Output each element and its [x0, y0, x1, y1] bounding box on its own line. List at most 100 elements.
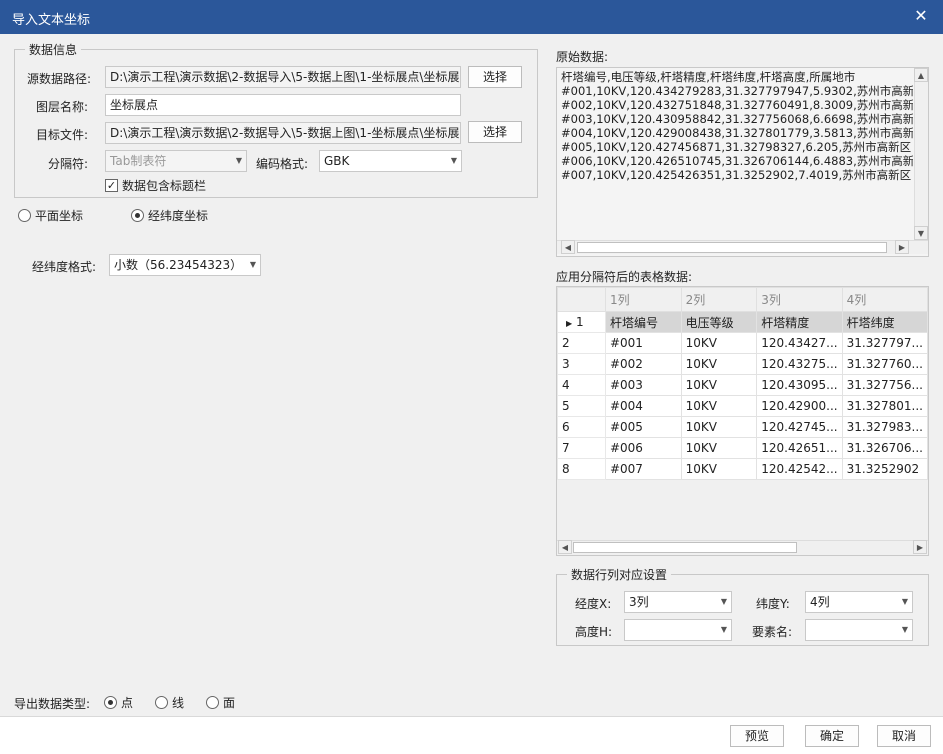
table-cell[interactable]: 10KV — [680, 416, 758, 438]
layer-name-input[interactable]: 坐标展点 — [105, 94, 461, 116]
feature-name-select[interactable]: ▼ — [805, 619, 913, 641]
lon-select[interactable]: 3列 ▼ — [624, 591, 732, 613]
table-data-grid[interactable]: 1列 2列 3列 4列 ▶ 1 杆塔编号 电压等级 杆塔精度 杆塔纬度 2 #0… — [556, 286, 929, 556]
table-cell[interactable]: 120.42745... — [756, 416, 843, 438]
table-cell[interactable]: 31.327983... — [841, 416, 928, 438]
table-hscroll-thumb[interactable] — [573, 542, 797, 553]
source-path-input[interactable]: D:\演示工程\演示数据\2-数据导入\5-数据上图\1-坐标展点\坐标展 — [105, 66, 461, 88]
encoding-select[interactable]: GBK ▼ — [319, 150, 462, 172]
row-header: ▶ 1 — [557, 311, 606, 333]
table-cell[interactable]: 120.43095... — [756, 374, 843, 396]
table-row[interactable]: 5 #004 10KV 120.42900... 31.327801... — [557, 395, 928, 417]
raw-data-line: #007,10KV,120.425426351,31.3252902,7.401… — [561, 168, 912, 182]
separator-select[interactable]: Tab制表符 ▼ — [105, 150, 247, 172]
table-cell[interactable]: #004 — [604, 395, 682, 417]
target-file-input[interactable]: D:\演示工程\演示数据\2-数据导入\5-数据上图\1-坐标展点\坐标展 — [105, 122, 461, 144]
chevron-down-icon: ▼ — [901, 597, 908, 606]
raw-data-line: #006,10KV,120.426510745,31.326706144,6.4… — [561, 154, 913, 168]
raw-data-hscrollbar[interactable]: ◀ ▶ — [557, 240, 928, 254]
scroll-left-icon[interactable]: ◀ — [558, 540, 572, 554]
export-polygon-radio[interactable]: 面 — [206, 694, 235, 711]
select-source-button[interactable]: 选择 — [468, 66, 522, 88]
export-polygon-label: 面 — [223, 696, 236, 710]
select-target-button[interactable]: 选择 — [468, 121, 522, 143]
table-hscrollbar[interactable]: ◀ ▶ — [557, 540, 928, 554]
table-cell[interactable]: #006 — [604, 437, 682, 459]
table-row[interactable]: 2 #001 10KV 120.43427... 31.327797... — [557, 332, 928, 354]
lat-select[interactable]: 4列 ▼ — [805, 591, 913, 613]
planar-coord-label: 平面坐标 — [35, 209, 84, 223]
table-cell[interactable]: 31.3252902 — [841, 458, 928, 480]
encoding-value: GBK — [324, 154, 350, 168]
ok-button[interactable]: 确定 — [805, 725, 859, 747]
column-header[interactable]: 2列 — [680, 287, 758, 312]
scroll-right-icon[interactable]: ▶ — [895, 240, 909, 254]
table-cell[interactable]: 10KV — [680, 458, 758, 480]
geo-coord-radio[interactable]: 经纬度坐标 — [131, 207, 208, 224]
table-cell[interactable]: #005 — [604, 416, 682, 438]
table-cell[interactable]: 31.327797... — [841, 332, 928, 354]
export-line-radio[interactable]: 线 — [155, 694, 184, 711]
table-cell[interactable]: 120.42900... — [756, 395, 843, 417]
table-cell[interactable]: 10KV — [680, 332, 758, 354]
table-cell[interactable]: 电压等级 — [680, 311, 758, 333]
table-cell[interactable]: 31.327801... — [841, 395, 928, 417]
table-cell[interactable]: 杆塔精度 — [756, 311, 843, 333]
table-cell[interactable]: 10KV — [680, 395, 758, 417]
window-title: 导入文本坐标 — [12, 13, 91, 28]
raw-data-line: #002,10KV,120.432751848,31.327760491,8.3… — [561, 98, 913, 112]
table-cell[interactable]: 120.43427... — [756, 332, 843, 354]
table-row[interactable]: ▶ 1 杆塔编号 电压等级 杆塔精度 杆塔纬度 — [557, 311, 928, 333]
scroll-right-icon[interactable]: ▶ — [913, 540, 927, 554]
table-cell[interactable]: 杆塔编号 — [604, 311, 682, 333]
table-row[interactable]: 7 #006 10KV 120.42651... 31.326706... — [557, 437, 928, 459]
radio-icon — [206, 696, 219, 709]
table-cell[interactable]: 31.326706... — [841, 437, 928, 459]
table-cell[interactable]: #001 — [604, 332, 682, 354]
table-cell[interactable]: 10KV — [680, 374, 758, 396]
corner-cell — [557, 287, 606, 312]
table-cell[interactable]: #003 — [604, 374, 682, 396]
table-row[interactable]: 8 #007 10KV 120.42542... 31.3252902 — [557, 458, 928, 480]
raw-data-vscrollbar[interactable]: ▲ ▼ — [914, 68, 928, 240]
table-cell[interactable]: 120.42651... — [756, 437, 843, 459]
preview-button[interactable]: 预览 — [730, 725, 784, 747]
table-row[interactable]: 6 #005 10KV 120.42745... 31.327983... — [557, 416, 928, 438]
table-cell[interactable]: 10KV — [680, 353, 758, 375]
raw-data-hscroll-thumb[interactable] — [577, 242, 887, 253]
column-header[interactable]: 1列 — [604, 287, 682, 312]
row-index: 5 — [557, 395, 606, 417]
table-cell[interactable]: 31.327756... — [841, 374, 928, 396]
header-checkbox[interactable]: ✓ 数据包含标题栏 — [105, 177, 206, 194]
table-cell[interactable]: 31.327760... — [841, 353, 928, 375]
row-index: 6 — [557, 416, 606, 438]
planar-coord-radio[interactable]: 平面坐标 — [18, 207, 83, 224]
export-point-radio[interactable]: 点 — [104, 694, 133, 711]
table-cell[interactable]: 10KV — [680, 437, 758, 459]
column-header[interactable]: 3列 — [756, 287, 843, 312]
table-cell[interactable]: #007 — [604, 458, 682, 480]
current-row-icon: ▶ — [566, 319, 573, 328]
table-cell[interactable]: 120.42542... — [756, 458, 843, 480]
row-index: 1 — [575, 315, 584, 329]
scroll-left-icon[interactable]: ◀ — [561, 240, 575, 254]
cancel-button[interactable]: 取消 — [877, 725, 931, 747]
latlon-format-select[interactable]: 小数（56.23454323） ▼ — [109, 254, 261, 276]
table-cell[interactable]: 杆塔纬度 — [841, 311, 928, 333]
table-cell[interactable]: #002 — [604, 353, 682, 375]
checkmark-icon: ✓ — [105, 179, 118, 192]
table-row[interactable]: 3 #002 10KV 120.43275... 31.327760... — [557, 353, 928, 375]
radio-selected-icon — [131, 209, 144, 222]
table-row[interactable]: 4 #003 10KV 120.43095... 31.327756... — [557, 374, 928, 396]
table-cell[interactable]: 120.43275... — [756, 353, 843, 375]
scroll-up-icon[interactable]: ▲ — [914, 68, 928, 82]
row-index: 3 — [557, 353, 606, 375]
export-line-label: 线 — [172, 696, 185, 710]
scroll-down-icon[interactable]: ▼ — [914, 226, 928, 240]
raw-data-label: 原始数据: — [556, 50, 609, 64]
close-icon[interactable]: ✕ — [911, 6, 931, 26]
raw-data-textarea[interactable]: 杆塔编号,电压等级,杆塔精度,杆塔纬度,杆塔高度,所属地市 #001,10KV,… — [556, 67, 929, 257]
height-select[interactable]: ▼ — [624, 619, 732, 641]
column-header[interactable]: 4列 — [841, 287, 928, 312]
row-index: 8 — [557, 458, 606, 480]
